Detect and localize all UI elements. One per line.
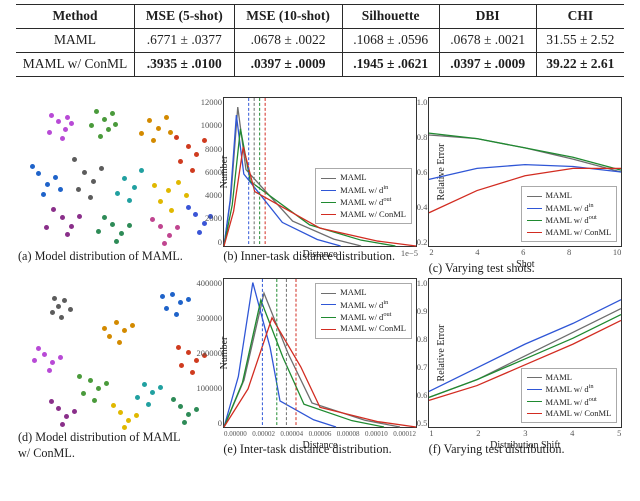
- table-row: MAML w/ ConML .3935 ± .0100 .0397 ± .000…: [16, 53, 624, 77]
- plot-b: Number 1200010000 80006000 40002000 0 MA…: [223, 97, 417, 247]
- plot-d: [18, 278, 212, 428]
- figure-grid: (a) Model distribution of MAML. Number 1…: [16, 97, 624, 461]
- panel-b: Number 1200010000 80006000 40002000 0 MA…: [221, 97, 418, 276]
- plot-c: Relative Error 1.00.8 0.60.4 0.2 MAML MA…: [428, 97, 622, 247]
- xlabel: Distance: [302, 440, 337, 451]
- yticks: 1200010000 80006000 40002000 0: [204, 98, 222, 246]
- xlabel: Distribution Shift: [490, 440, 560, 451]
- cell-sil: .1945 ± .0621: [342, 53, 439, 77]
- plot-e: Number 400000300000 200000100000 0 MAML …: [223, 278, 417, 428]
- xlabel: Shot: [516, 259, 534, 270]
- table-row: MAML .6771 ± .0377 .0678 ± .0022 .1068 ±…: [16, 29, 624, 53]
- scatter-dots: [18, 97, 212, 247]
- cell-mse5: .6771 ± .0377: [135, 29, 235, 53]
- panel-c: Relative Error 1.00.8 0.60.4 0.2 MAML MA…: [427, 97, 624, 276]
- cell-sil: .1068 ± .0596: [342, 29, 439, 53]
- caption-d: (d) Model distribution of MAMLw/ ConML.: [16, 430, 181, 461]
- col-chi: CHI: [536, 5, 624, 29]
- col-dbi: DBI: [439, 5, 536, 29]
- xticks: 0.000000.00002 0.000040.00006 0.000080.0…: [224, 430, 416, 438]
- panel-e: Number 400000300000 200000100000 0 MAML …: [221, 278, 418, 461]
- col-method: Method: [16, 5, 135, 29]
- xticks: 24 68 10: [429, 247, 621, 257]
- yticks: 1.00.8 0.60.4 0.2: [409, 98, 427, 246]
- plot-f: Relative Error 1.00.9 0.80.7 0.60.5 MAML…: [428, 278, 622, 428]
- cell-chi: 31.55 ± 2.52: [536, 29, 624, 53]
- col-mse5: MSE (5-shot): [135, 5, 235, 29]
- yticks: 400000300000 200000100000 0: [204, 279, 222, 427]
- caption-a: (a) Model distribution of MAML.: [16, 249, 183, 264]
- yticks: 1.00.9 0.80.7 0.60.5: [409, 279, 427, 427]
- cell-dbi: .0397 ± .0009: [439, 53, 536, 77]
- cell-mse5: .3935 ± .0100: [135, 53, 235, 77]
- cell-chi: 39.22 ± 2.61: [536, 53, 624, 77]
- scatter-dots: [18, 278, 212, 428]
- cell-mse10: .0678 ± .0022: [234, 29, 342, 53]
- col-mse10: MSE (10-shot): [234, 5, 342, 29]
- results-table: Method MSE (5-shot) MSE (10-shot) Silhou…: [16, 4, 624, 77]
- cell-method: MAML: [16, 29, 135, 53]
- xlabel: Distance: [302, 249, 337, 260]
- col-silhouette: Silhouette: [342, 5, 439, 29]
- legend-b: MAML MAML w/ din MAML w/ dout MAML w/ Co…: [315, 168, 412, 224]
- panel-a: (a) Model distribution of MAML.: [16, 97, 213, 276]
- panel-f: Relative Error 1.00.9 0.80.7 0.60.5 MAML…: [427, 278, 624, 461]
- cell-mse10: .0397 ± .0009: [234, 53, 342, 77]
- table-header-row: Method MSE (5-shot) MSE (10-shot) Silhou…: [16, 5, 624, 29]
- page: Method MSE (5-shot) MSE (10-shot) Silhou…: [0, 0, 640, 501]
- legend-e: MAML MAML w/ din MAML w/ dout MAML w/ Co…: [315, 283, 412, 339]
- cell-dbi: .0678 ± .0021: [439, 29, 536, 53]
- x-exponent: 1e−5: [401, 248, 418, 258]
- legend-f: MAML MAML w/ din MAML w/ dout MAML w/ Co…: [521, 368, 618, 424]
- panel-d: (d) Model distribution of MAMLw/ ConML.: [16, 278, 213, 461]
- plot-a: [18, 97, 212, 247]
- xticks: 12 34 5: [429, 428, 621, 438]
- cell-method: MAML w/ ConML: [16, 53, 135, 77]
- legend-c: MAML MAML w/ din MAML w/ dout MAML w/ Co…: [521, 186, 618, 242]
